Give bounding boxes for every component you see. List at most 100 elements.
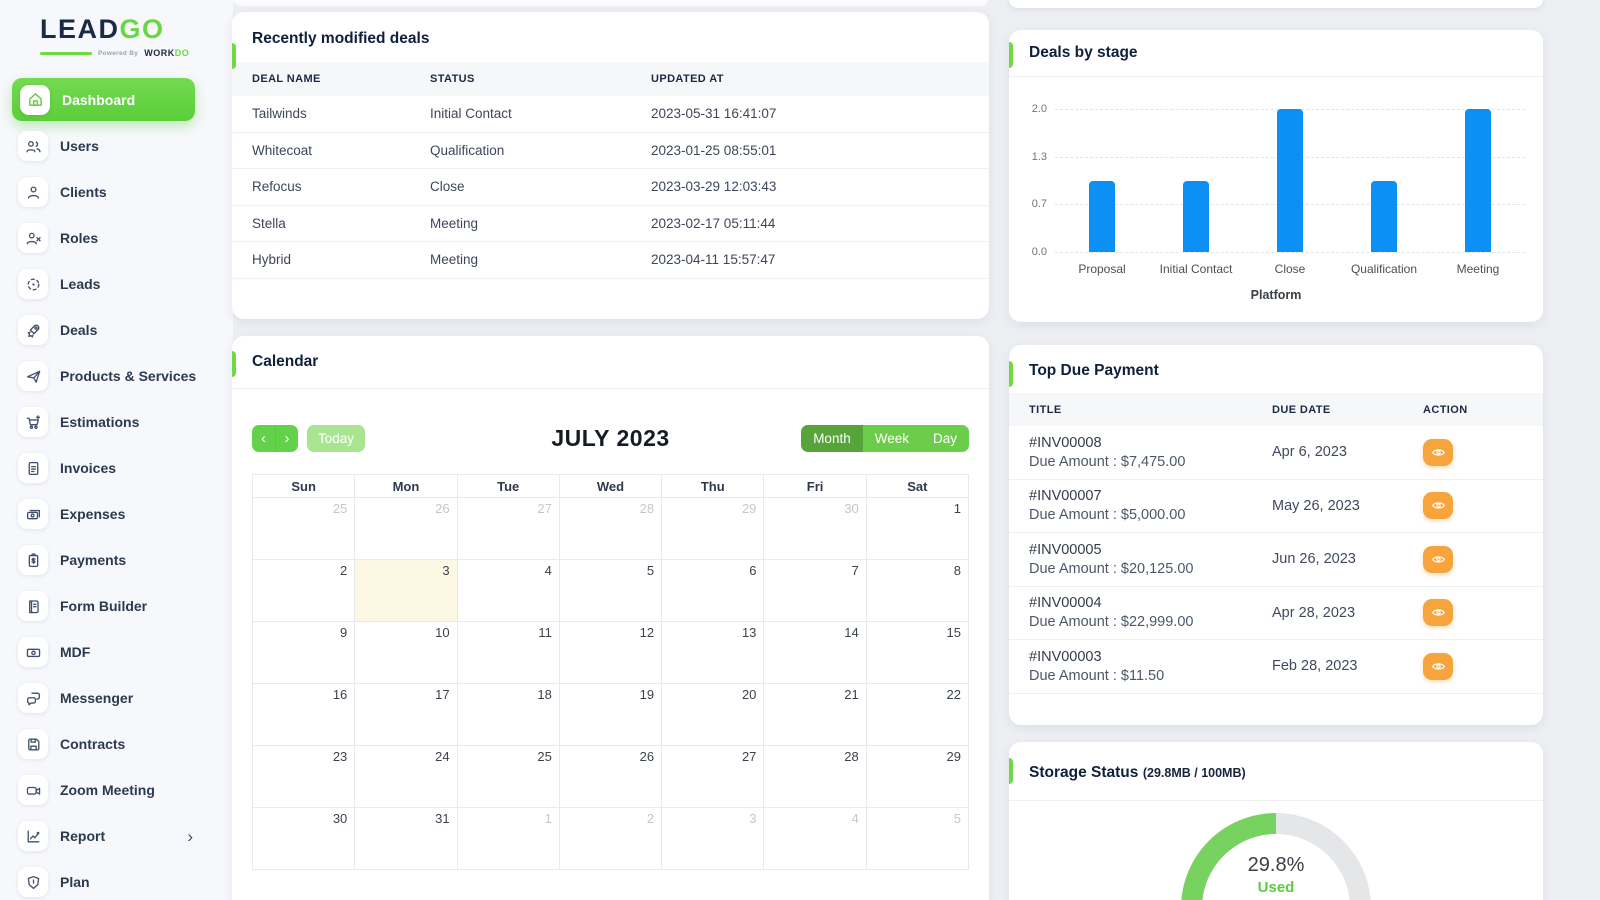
calendar-day-cell[interactable]: 5 <box>560 560 662 622</box>
sidebar-item-contracts[interactable]: Contracts <box>18 729 233 759</box>
x-axis-label: Platform <box>1009 288 1543 302</box>
calendar-day-cell[interactable]: 5 <box>867 808 969 870</box>
calendar-day-cell[interactable]: 6 <box>662 560 764 622</box>
calendar-toolbar: ‹ › Today JULY 2023 Month Week Day <box>252 424 969 452</box>
day-number: 8 <box>954 563 961 578</box>
calendar-day-cell[interactable]: 7 <box>764 560 866 622</box>
calendar-day-cell[interactable]: 11 <box>458 622 560 684</box>
sidebar-item-invoices[interactable]: Invoices <box>18 453 233 483</box>
calendar-day-cell[interactable]: 2 <box>560 808 662 870</box>
calendar-day-cell[interactable]: 25 <box>458 746 560 808</box>
calendar-day-cell[interactable]: 15 <box>867 622 969 684</box>
sidebar-item-mdf[interactable]: MDF <box>18 637 233 667</box>
calendar-day-cell[interactable]: 1 <box>867 498 969 560</box>
calendar-day-cell[interactable]: 29 <box>867 746 969 808</box>
day-number: 26 <box>640 749 654 764</box>
calendar-day-cell[interactable]: 27 <box>458 498 560 560</box>
day-number: 11 <box>538 625 552 640</box>
sidebar-item-plan[interactable]: Plan <box>18 867 233 897</box>
calendar-day-cell[interactable]: 21 <box>764 684 866 746</box>
sidebar-item-users[interactable]: Users <box>18 131 233 161</box>
calendar-day-cell[interactable]: 29 <box>662 498 764 560</box>
sidebar-item-expenses[interactable]: Expenses <box>18 499 233 529</box>
calendar-day-cell[interactable]: 31 <box>355 808 457 870</box>
calendar-day-cell[interactable]: 13 <box>662 622 764 684</box>
calendar-day-cell[interactable]: 26 <box>560 746 662 808</box>
plan-shield-icon <box>18 867 48 897</box>
sidebar-item-roles[interactable]: Roles <box>18 223 233 253</box>
calendar-day-cell[interactable]: 25 <box>253 498 355 560</box>
sidebar-item-zoom-meeting[interactable]: Zoom Meeting <box>18 775 233 805</box>
calendar-day-cell[interactable]: 9 <box>253 622 355 684</box>
calendar-day-cell[interactable]: 26 <box>355 498 457 560</box>
sidebar: LEADGO Powered By WORKDO Dashboard Users… <box>0 0 233 900</box>
table-row[interactable]: Hybrid Meeting 2023-04-11 15:57:47 <box>232 242 989 279</box>
view-day-button[interactable]: Day <box>921 425 969 452</box>
sidebar-item-payments[interactable]: Payments <box>18 545 233 575</box>
sidebar-item-clients[interactable]: Clients <box>18 177 233 207</box>
calendar-day-cell[interactable]: 27 <box>662 746 764 808</box>
calendar-day-cell[interactable]: 4 <box>458 560 560 622</box>
day-number: 6 <box>749 563 756 578</box>
calendar-day-cell[interactable]: 20 <box>662 684 764 746</box>
calendar-day-cell[interactable]: 30 <box>764 498 866 560</box>
day-number: 3 <box>749 811 756 826</box>
calendar-day-cell[interactable]: 2 <box>253 560 355 622</box>
day-number: 28 <box>640 501 654 516</box>
view-month-button[interactable]: Month <box>801 425 863 452</box>
table-row: #INV00005Due Amount : $20,125.00 Jun 26,… <box>1009 533 1543 587</box>
calendar-day-cell[interactable]: 14 <box>764 622 866 684</box>
calendar-day-cell[interactable]: 19 <box>560 684 662 746</box>
table-row[interactable]: Whitecoat Qualification 2023-01-25 08:55… <box>232 133 989 170</box>
calendar-day-cell[interactable]: 4 <box>764 808 866 870</box>
view-invoice-button[interactable] <box>1423 546 1453 573</box>
table-row[interactable]: Stella Meeting 2023-02-17 05:11:44 <box>232 206 989 243</box>
y-tick-label: 0.0 <box>1009 246 1047 258</box>
view-invoice-button[interactable] <box>1423 599 1453 626</box>
calendar-day-cell[interactable]: 23 <box>253 746 355 808</box>
sidebar-item-deals[interactable]: Deals <box>18 315 233 345</box>
calendar-day-cell[interactable]: 28 <box>764 746 866 808</box>
view-invoice-button[interactable] <box>1423 439 1453 466</box>
day-number: 9 <box>340 625 347 640</box>
sidebar-item-messenger[interactable]: Messenger <box>18 683 233 713</box>
day-number: 10 <box>435 625 449 640</box>
calendar-day-cell[interactable]: 16 <box>253 684 355 746</box>
calendar-day-cell[interactable]: 22 <box>867 684 969 746</box>
invoice-number: #INV00005 <box>1029 542 1272 558</box>
day-number: 20 <box>742 687 756 702</box>
calendar-day-cell[interactable]: 1 <box>458 808 560 870</box>
sidebar-item-dashboard[interactable]: Dashboard <box>12 78 195 121</box>
sidebar-item-report[interactable]: Report › <box>18 821 233 851</box>
calendar-day-cell[interactable]: 3 <box>355 560 457 622</box>
calendar-day-cell[interactable]: 17 <box>355 684 457 746</box>
calendar-day-cell[interactable]: 28 <box>560 498 662 560</box>
table-row[interactable]: Refocus Close 2023-03-29 12:03:43 <box>232 169 989 206</box>
table-row: #INV00003Due Amount : $11.50 Feb 28, 202… <box>1009 640 1543 694</box>
day-number: 12 <box>640 625 654 640</box>
day-number: 5 <box>954 811 961 826</box>
video-camera-icon <box>18 775 48 805</box>
calendar-day-cell[interactable]: 12 <box>560 622 662 684</box>
storage-used-label: Used <box>1181 879 1371 896</box>
calendar-day-cell[interactable]: 8 <box>867 560 969 622</box>
day-number: 17 <box>435 687 449 702</box>
calendar-day-cell[interactable]: 18 <box>458 684 560 746</box>
calendar-day-cell[interactable]: 10 <box>355 622 457 684</box>
invoice-number: #INV00003 <box>1029 649 1272 665</box>
calendar-day-cell[interactable]: 3 <box>662 808 764 870</box>
recent-deals-card: Recently modified deals DEAL NAME STATUS… <box>232 12 989 319</box>
sidebar-item-estimations[interactable]: Estimations <box>18 407 233 437</box>
app-logo[interactable]: LEADGO Powered By WORKDO <box>0 0 233 58</box>
sidebar-item-leads[interactable]: Leads <box>18 269 233 299</box>
view-invoice-button[interactable] <box>1423 492 1453 519</box>
view-week-button[interactable]: Week <box>863 425 921 452</box>
sidebar-item-products-services[interactable]: Products & Services <box>18 361 233 391</box>
table-row[interactable]: Tailwinds Initial Contact 2023-05-31 16:… <box>232 96 989 133</box>
view-invoice-button[interactable] <box>1423 653 1453 680</box>
invoice-number: #INV00004 <box>1029 595 1272 611</box>
calendar-day-cell[interactable]: 24 <box>355 746 457 808</box>
day-number: 4 <box>851 811 858 826</box>
calendar-day-cell[interactable]: 30 <box>253 808 355 870</box>
sidebar-item-form-builder[interactable]: Form Builder <box>18 591 233 621</box>
